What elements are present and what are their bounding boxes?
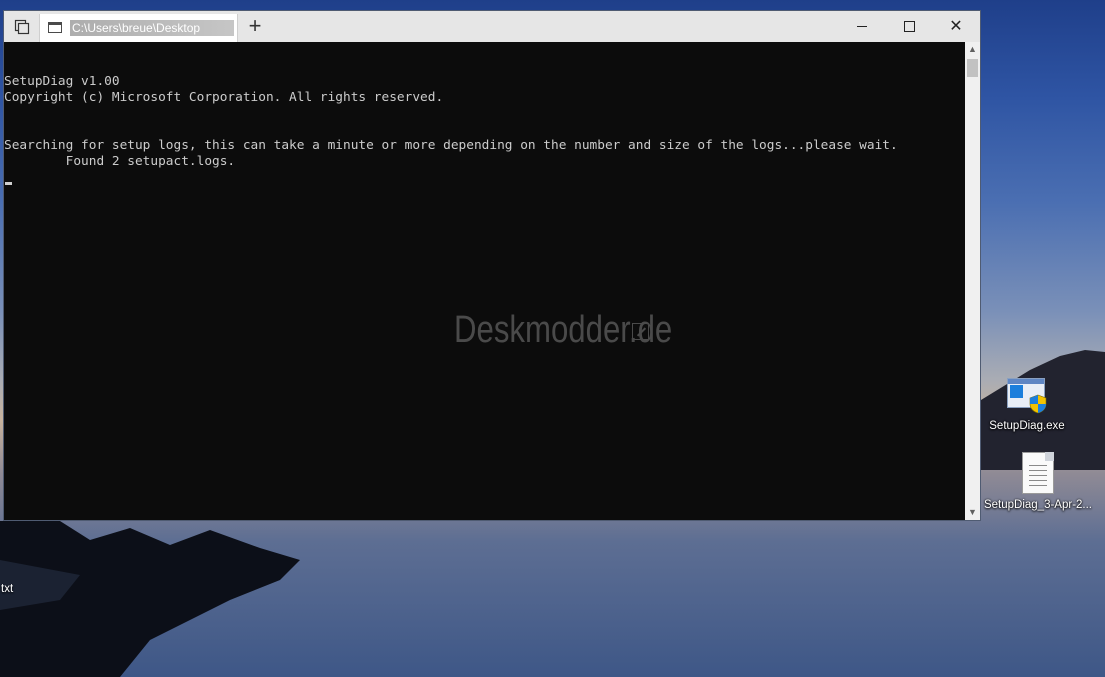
scrollbar-thumb[interactable] [967,59,978,77]
setupdiag-exe-icon [1005,376,1049,414]
console-line: SetupDiag v1.00 [4,74,120,89]
console-icon [48,22,62,33]
tab-actions-button[interactable] [4,11,39,42]
console-output[interactable]: SetupDiag v1.00 Copyright (c) Microsoft … [4,42,965,520]
desktop-icon-partial-label[interactable]: txt [1,583,13,595]
minimize-icon [857,26,867,27]
desktop-icon-setupdiag-exe[interactable]: SetupDiag.exe [972,376,1082,432]
pencil-icon [632,323,649,340]
tab-terminal[interactable]: C:\Users\breue\Desktop [39,14,238,42]
text-file-icon [1022,452,1054,494]
tab-title: C:\Users\breue\Desktop [70,20,234,36]
terminal-window[interactable]: C:\Users\breue\Desktop + ✕ SetupDiag v1.… [3,10,981,521]
console-line: Found 2 setupact.logs. [4,154,236,169]
title-bar[interactable]: C:\Users\breue\Desktop + ✕ [4,11,980,42]
desktop-icon-label: SetupDiag_3-Apr-2... [983,499,1093,511]
scroll-down-arrow-icon[interactable]: ▼ [965,505,980,520]
scroll-up-arrow-icon[interactable]: ▲ [965,42,980,57]
desktop-icon-label: SetupDiag.exe [989,420,1065,432]
minimize-button[interactable] [839,11,885,42]
console-line: Searching for setup logs, this can take … [4,138,898,153]
new-tab-button[interactable]: + [242,14,268,40]
vertical-scrollbar[interactable]: ▲ ▼ [965,42,980,520]
close-button[interactable]: ✕ [933,11,979,42]
maximize-icon [903,21,915,32]
console-line: Copyright (c) Microsoft Corporation. All… [4,90,444,105]
text-cursor [5,182,12,185]
tabs-icon [14,19,29,34]
desktop-icon-setupdiag-log[interactable]: SetupDiag_3-Apr-2... [983,452,1093,511]
close-icon: ✕ [949,17,963,35]
maximize-button[interactable] [886,11,932,42]
